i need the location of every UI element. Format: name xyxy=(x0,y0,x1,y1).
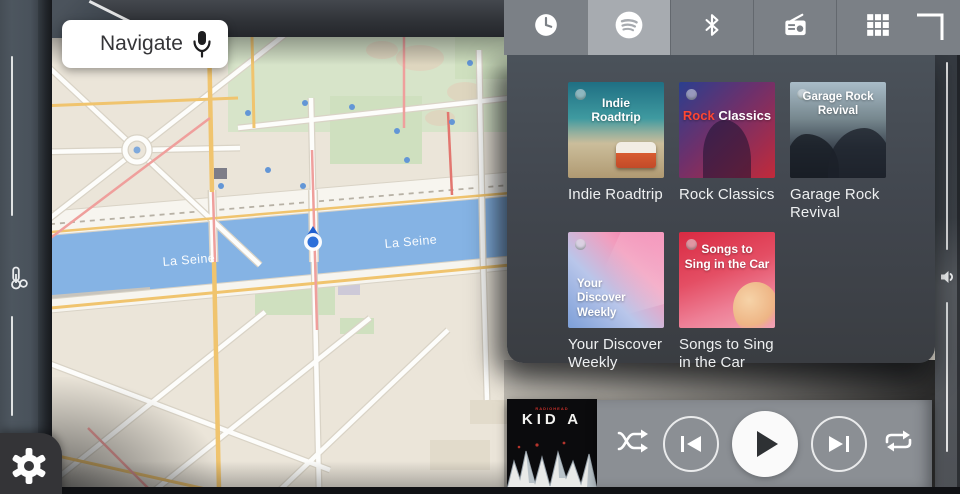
art-text: Indie Roadtrip xyxy=(568,96,664,125)
playlist-tile-rock-classics[interactable]: Rock Classics Rock Classics xyxy=(679,82,779,232)
map-bottom-shade xyxy=(52,461,507,487)
shuffle-button[interactable] xyxy=(616,427,650,460)
bluetooth-icon xyxy=(699,12,725,43)
art-text: Songs to Sing in the Car xyxy=(679,242,775,272)
left-rail-slider-track-bottom[interactable] xyxy=(11,316,13,416)
play-icon xyxy=(757,431,778,457)
car-dashboard-screen: La Seine La Seine xyxy=(0,0,960,494)
tab-apps[interactable] xyxy=(836,0,919,55)
previous-track-button[interactable] xyxy=(663,416,719,472)
app-tab-bar xyxy=(504,0,960,55)
navigate-search-box[interactable]: Navigate xyxy=(62,20,228,68)
playlist-art-rock-classics: Rock Classics xyxy=(679,82,775,178)
repeat-button[interactable] xyxy=(880,427,914,460)
now-playing-album-art[interactable]: RADIOHEAD KID A xyxy=(507,399,597,489)
screen-corner-bracket xyxy=(915,13,944,47)
album-art-mountains xyxy=(507,437,597,489)
next-track-button[interactable] xyxy=(811,416,867,472)
navigate-label: Navigate xyxy=(100,32,183,56)
map-poi-monument xyxy=(214,168,227,179)
album-title-text: KID A xyxy=(507,411,597,428)
playlist-tile-your-discover-weekly[interactable]: Your Discover Weekly Your Discover Weekl… xyxy=(568,232,668,382)
microphone-icon[interactable] xyxy=(190,29,214,65)
playlist-tile-songs-to-sing-in-the-car[interactable]: Songs to Sing in the Car Songs to Sing i… xyxy=(679,232,779,382)
gear-icon xyxy=(9,446,49,486)
art-text: Rock Classics xyxy=(679,108,775,123)
left-rail-slider-track-top[interactable] xyxy=(11,56,13,216)
art-text: Your Discover Weekly xyxy=(577,277,626,320)
playlist-title: Songs to Sing in the Car xyxy=(679,336,779,373)
spotify-icon xyxy=(614,10,644,45)
thermometer-icon xyxy=(7,266,31,297)
play-button[interactable] xyxy=(732,411,798,477)
art-text: Garage Rock Revival xyxy=(790,90,886,119)
playlist-title: Garage Rock Revival xyxy=(790,186,890,223)
apps-grid-icon xyxy=(865,12,891,43)
settings-corner-panel[interactable] xyxy=(0,433,62,494)
media-control-bar xyxy=(597,400,932,487)
clock-icon xyxy=(533,12,559,43)
playlist-title: Rock Classics xyxy=(679,186,779,204)
playlist-title: Indie Roadtrip xyxy=(568,186,668,204)
left-bezel-strip xyxy=(38,0,52,494)
playlist-art-indie-roadtrip: Indie Roadtrip xyxy=(568,82,664,178)
spotify-playlists-panel: Indie Roadtrip Indie Roadtrip Rock Class… xyxy=(507,55,935,363)
bottom-bezel-band xyxy=(0,487,960,494)
right-volume-rail[interactable] xyxy=(935,0,960,494)
tab-spotify[interactable] xyxy=(587,0,670,55)
playlist-title: Your Discover Weekly xyxy=(568,336,668,373)
volume-slider-track-top[interactable] xyxy=(946,62,948,250)
playlist-art-garage-rock-revival: Garage Rock Revival xyxy=(790,82,886,178)
playlist-tile-garage-rock-revival[interactable]: Garage Rock Revival Garage Rock Revival xyxy=(790,82,890,232)
tab-bluetooth[interactable] xyxy=(670,0,753,55)
left-climate-rail[interactable] xyxy=(0,0,38,494)
spotify-logo-badge xyxy=(686,89,697,100)
tab-recents[interactable] xyxy=(504,0,587,55)
playlist-tile-indie-roadtrip[interactable]: Indie Roadtrip Indie Roadtrip xyxy=(568,82,668,232)
volume-slider-track-bottom[interactable] xyxy=(946,302,948,452)
playlist-art-your-discover-weekly: Your Discover Weekly xyxy=(568,232,664,328)
radio-icon xyxy=(782,12,809,44)
tab-radio[interactable] xyxy=(753,0,836,55)
spotify-logo-badge xyxy=(575,239,586,250)
volume-icon xyxy=(938,268,956,291)
playlist-art-songs-to-sing-in-the-car: Songs to Sing in the Car xyxy=(679,232,775,328)
